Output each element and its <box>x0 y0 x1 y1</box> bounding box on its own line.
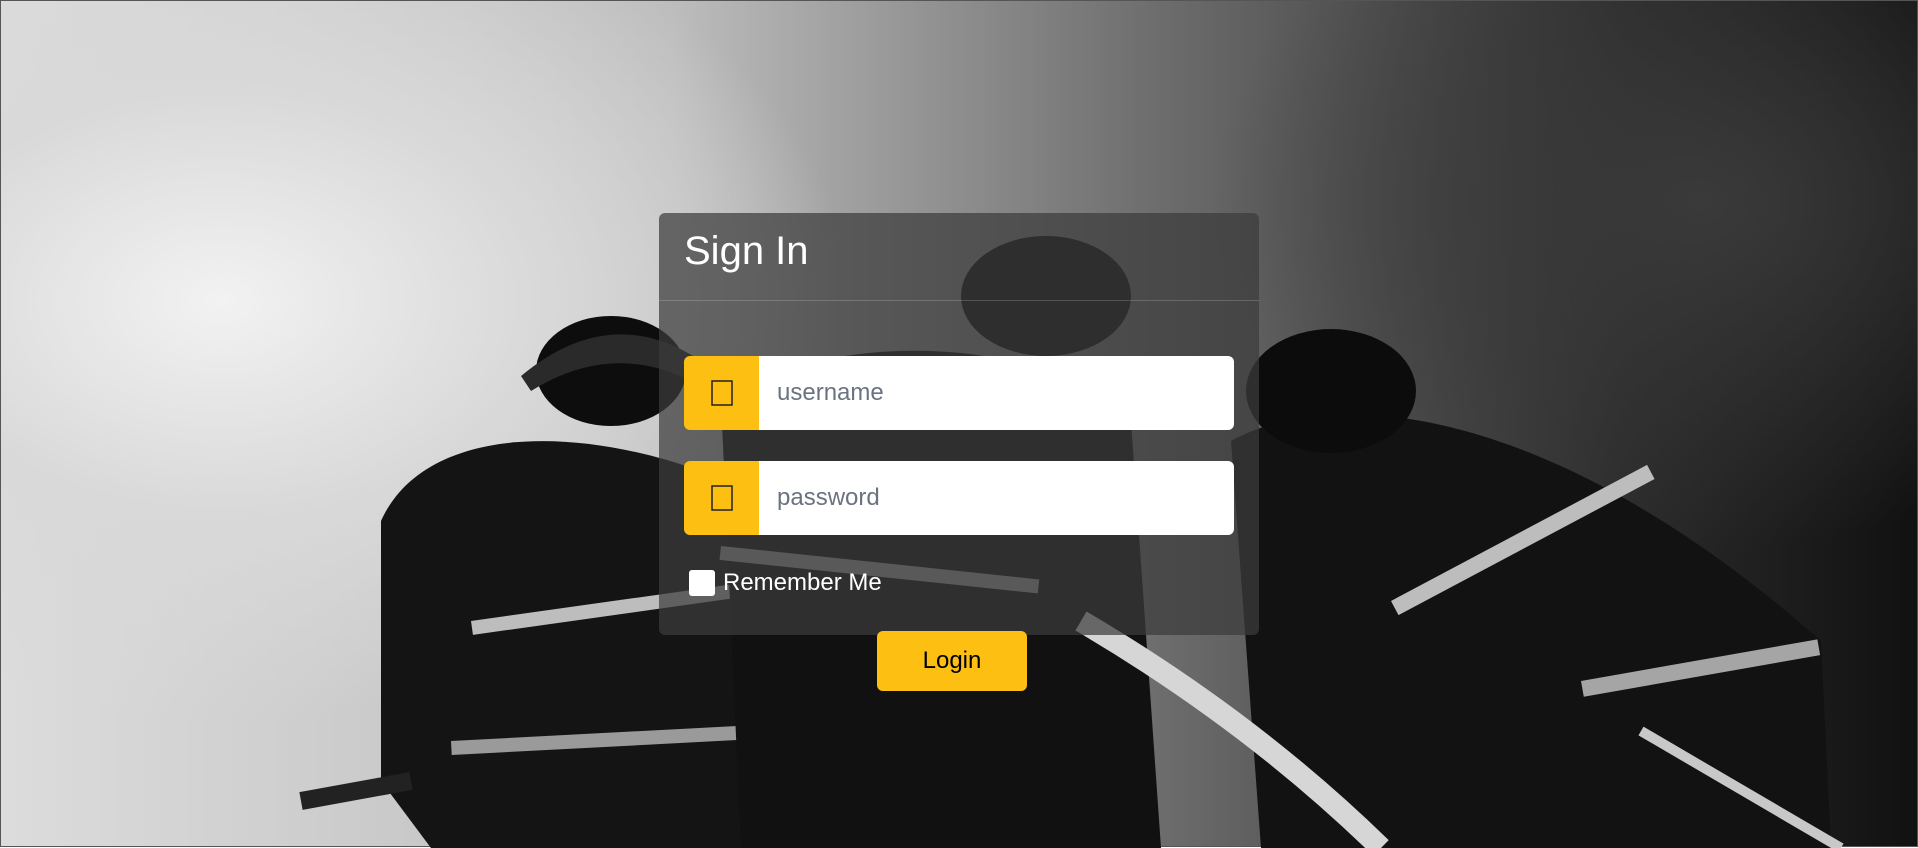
password-input-group <box>684 461 1234 535</box>
password-input[interactable] <box>759 461 1234 535</box>
login-panel: Sign In Remember Me <box>659 213 1259 635</box>
username-input-group <box>684 356 1234 430</box>
remember-me-label: Remember Me <box>723 569 882 596</box>
remember-me-checkbox[interactable] <box>689 570 715 596</box>
login-panel-header: Sign In <box>659 213 1259 301</box>
lock-icon <box>684 461 759 535</box>
username-input[interactable] <box>759 356 1234 430</box>
sign-in-title: Sign In <box>684 229 809 273</box>
remember-me-option[interactable]: Remember Me <box>689 569 882 597</box>
user-icon <box>684 356 759 430</box>
login-button[interactable]: Login <box>877 631 1027 691</box>
